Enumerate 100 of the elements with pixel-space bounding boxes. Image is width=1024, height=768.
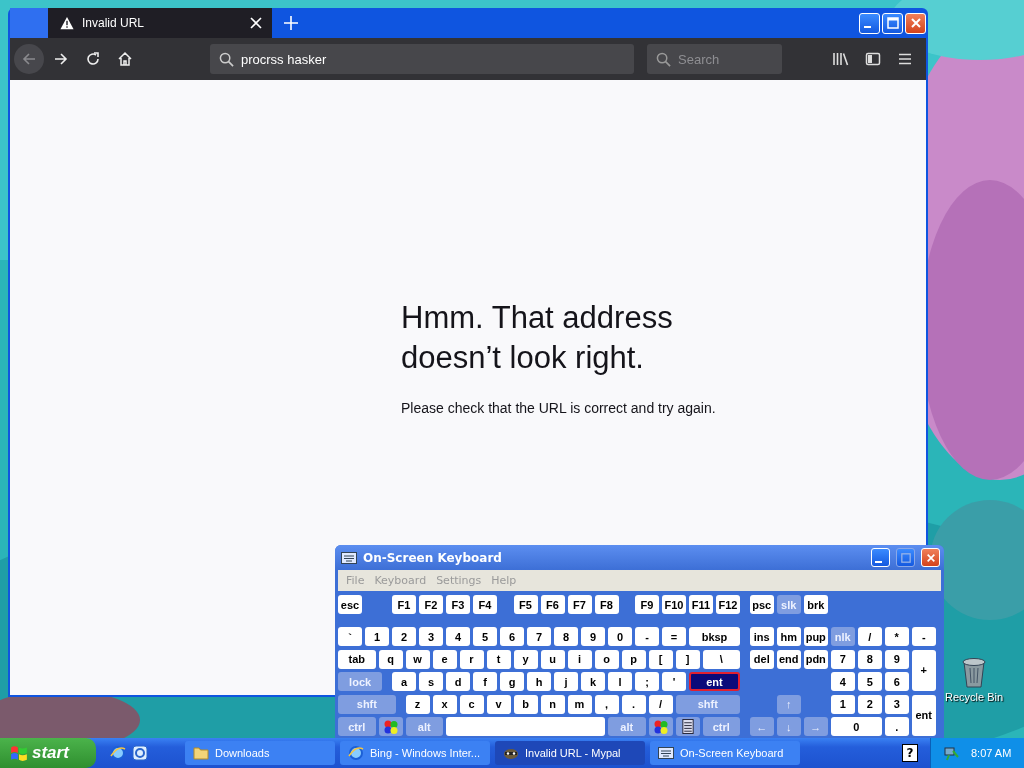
browser-tab[interactable]: Invalid URL [48,8,272,38]
key[interactable]: F11 [689,595,713,614]
taskbar-button[interactable]: On-Screen Keyboard [650,741,800,765]
key[interactable]: F10 [662,595,686,614]
key[interactable]: 2 [392,627,416,646]
key[interactable]: i [567,649,592,669]
key[interactable]: j [554,672,578,691]
close-button[interactable] [921,548,940,567]
key[interactable]: x [432,694,457,714]
key[interactable]: 2 [857,694,882,714]
help-icon[interactable]: ? [902,744,918,762]
key[interactable]: q [378,649,403,669]
minimize-button[interactable] [859,12,880,34]
key[interactable]: ` [338,627,362,646]
key[interactable]: F4 [473,595,497,614]
close-button[interactable] [905,12,926,34]
key[interactable]: brk [803,595,828,614]
key[interactable]: n [540,694,565,714]
key[interactable]: F9 [635,595,659,614]
key[interactable]: u [540,649,565,669]
key[interactable]: a [392,672,416,691]
key[interactable]: del [749,649,774,669]
trash-bin-icon[interactable] [960,656,988,688]
key[interactable]: k [581,672,605,691]
key[interactable]: 5 [473,627,497,646]
key[interactable]: \ [702,649,740,669]
key[interactable]: ent [911,694,936,736]
key[interactable]: b [513,694,538,714]
maximize-button[interactable] [896,548,915,567]
key[interactable]: F2 [419,595,443,614]
key[interactable]: + [911,649,936,691]
key[interactable]: f [473,672,497,691]
plus-icon[interactable] [284,16,298,30]
key[interactable]: / [857,627,882,646]
key[interactable]: hm [776,627,801,646]
key[interactable]: ent [689,672,740,691]
key[interactable]: y [513,649,538,669]
key[interactable]: end [776,649,801,669]
key[interactable]: 3 [884,694,909,714]
key[interactable]: z [405,694,430,714]
key[interactable]: 1 [830,694,855,714]
key[interactable]: p [621,649,646,669]
key[interactable]: v [486,694,511,714]
address-field[interactable]: procrss hasker [210,44,634,74]
key[interactable]: o [594,649,619,669]
minimize-button[interactable] [871,548,890,567]
key[interactable]: 7 [830,649,855,669]
key[interactable]: F5 [513,595,538,614]
key[interactable]: ins [749,627,774,646]
key[interactable]: 8 [554,627,578,646]
key[interactable]: t [486,649,511,669]
windows-key[interactable] [648,717,673,736]
key[interactable]: g [500,672,524,691]
key[interactable]: w [405,649,430,669]
windows-key[interactable] [378,717,403,736]
search-field[interactable]: Search [647,44,782,74]
key[interactable]: [ [648,649,673,669]
key[interactable]: pdn [803,649,828,669]
key[interactable]: 1 [365,627,389,646]
key[interactable]: = [662,627,686,646]
key[interactable]: psc [749,595,774,614]
key[interactable]: - [911,627,936,646]
key[interactable]: ] [675,649,700,669]
key[interactable]: pup [803,627,828,646]
key[interactable]: ' [662,672,686,691]
key[interactable]: , [594,694,619,714]
key[interactable]: * [884,627,909,646]
key[interactable]: F1 [392,595,416,614]
key[interactable]: 7 [527,627,551,646]
key[interactable]: F8 [594,595,619,614]
key[interactable]: 4 [830,672,855,691]
key[interactable]: 9 [581,627,605,646]
key[interactable]: 4 [446,627,470,646]
key[interactable]: s [419,672,443,691]
key[interactable]: F6 [540,595,565,614]
key[interactable]: e [432,649,457,669]
menu-key[interactable] [675,717,700,736]
key[interactable]: 5 [857,672,882,691]
key[interactable]: 0 [830,717,882,736]
key[interactable]: bksp [689,627,740,646]
taskbar-button[interactable]: Invalid URL - Mypal [495,741,645,765]
key[interactable]: 6 [500,627,524,646]
key[interactable]: 6 [884,672,909,691]
key[interactable]: l [608,672,632,691]
key[interactable]: m [567,694,592,714]
close-icon[interactable] [250,17,262,29]
key[interactable]: h [527,672,551,691]
key[interactable]: esc [338,595,362,614]
key[interactable]: 0 [608,627,632,646]
key[interactable]: . [884,717,909,736]
key[interactable]: 3 [419,627,443,646]
key[interactable]: r [459,649,484,669]
key[interactable]: F12 [716,595,740,614]
key[interactable]: tab [338,649,376,669]
network-icon[interactable] [943,745,959,761]
key[interactable]: 8 [857,649,882,669]
key[interactable]: / [648,694,673,714]
key[interactable]: 9 [884,649,909,669]
taskbar-button[interactable]: Downloads [185,741,335,765]
key[interactable]: ; [635,672,659,691]
